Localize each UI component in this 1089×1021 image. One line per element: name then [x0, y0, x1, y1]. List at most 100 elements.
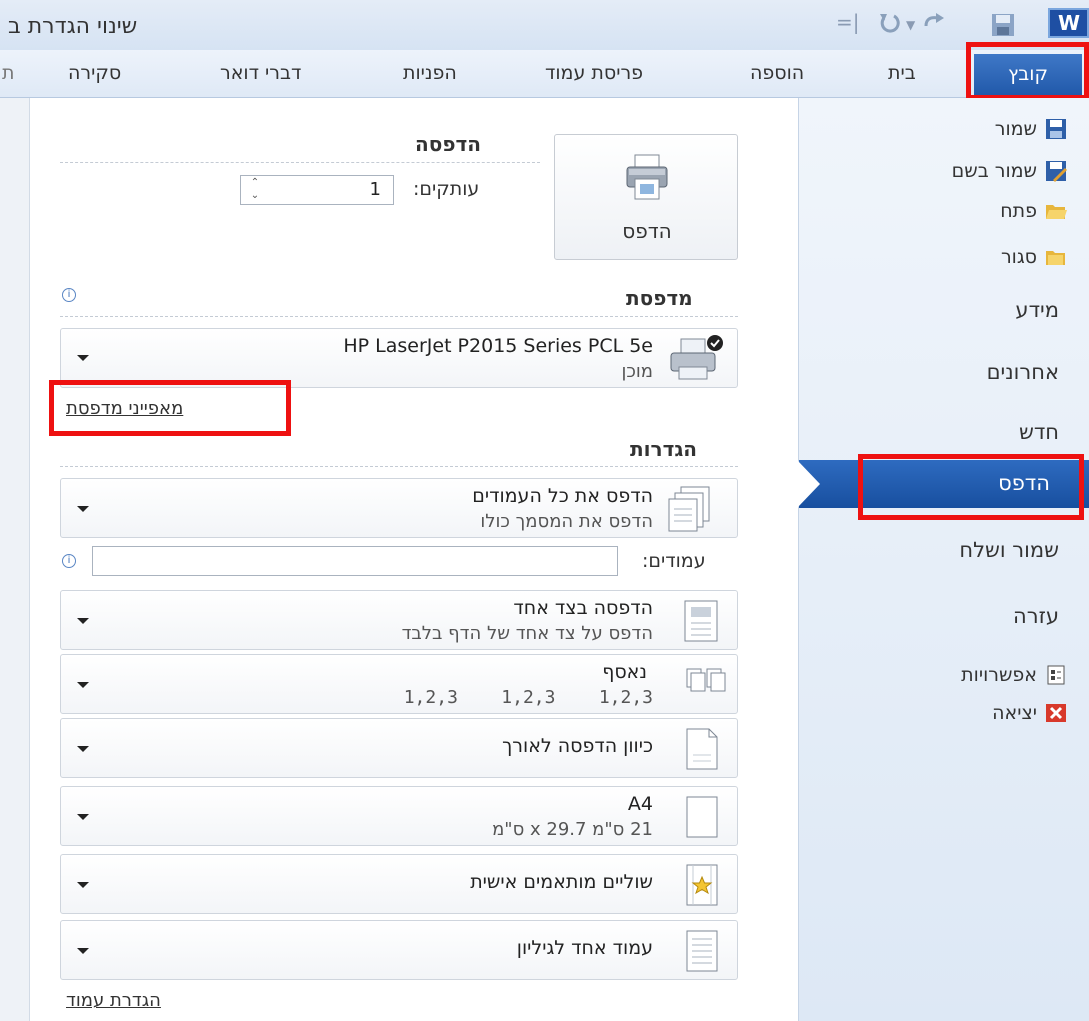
divider [60, 466, 738, 467]
printer-dropdown[interactable]: HP LaserJet P2015 Series PCL 5e מוכן [60, 328, 738, 388]
chevron-down-icon [77, 355, 89, 361]
pages-label: עמודים: [642, 550, 706, 572]
undo-dropdown-icon[interactable]: ▼ [906, 18, 915, 44]
nav-item-close[interactable]: סגור [1001, 242, 1067, 272]
nav-item-label: יציאה [992, 702, 1037, 724]
chevron-down-icon [77, 682, 89, 688]
nav-item-help[interactable]: עזרה [1013, 604, 1059, 628]
one-sided-icon [681, 599, 721, 647]
nav-item-save-and-send[interactable]: שמור ושלח [959, 538, 1059, 562]
chevron-down-icon [77, 746, 89, 752]
exit-icon [1045, 702, 1067, 724]
nav-item-open[interactable]: פתח [1000, 196, 1067, 226]
nav-item-label: אפשרויות [961, 664, 1037, 686]
print-button-label: הדפס [622, 219, 672, 243]
word-logo-icon: W [1048, 8, 1089, 38]
copies-stepper[interactable]: 1 ⌃ ⌄ [240, 175, 394, 205]
orientation-main: כיוון הדפסה לאורך [502, 735, 653, 757]
backstage-nav: שמור שמור בשם פתח סגור מידע אחרונים חדש … [798, 98, 1089, 1021]
paper-size-main: A4 [627, 793, 653, 815]
pages-input[interactable] [92, 546, 618, 576]
chevron-down-icon [77, 814, 89, 820]
print-range-dropdown[interactable]: הדפס את כל העמודים הדפס את המסמך כולו [60, 478, 738, 538]
all-pages-icon [665, 485, 721, 537]
chevron-down-icon [77, 618, 89, 624]
ribbon-tab-bar: קובץ בית הוספה פריסת עמוד הפניות דברי דו… [0, 50, 1089, 98]
nav-item-recent[interactable]: אחרונים [987, 360, 1059, 384]
chevron-down-icon [77, 506, 89, 512]
printer-status: מוכן [621, 361, 653, 382]
sides-dropdown[interactable]: הדפסה בצד אחד הדפס על צד אחד של הדף בלבד [60, 590, 738, 650]
paper-size-dropdown[interactable]: A4 21 ס"מ x 29.7 ס"מ [60, 786, 738, 846]
margins-main: שוליים מותאמים אישית [470, 871, 653, 893]
nav-item-info[interactable]: מידע [1015, 298, 1059, 322]
tab-references[interactable]: הפניות [403, 62, 457, 84]
tab-review[interactable]: סקירה [68, 62, 121, 84]
collate-dropdown[interactable]: נאסף 1,2,3 1,2,3 1,2,3 [60, 654, 738, 714]
divider [60, 316, 738, 317]
highlight-file-tab [966, 42, 1089, 100]
tab-home[interactable]: בית [888, 62, 916, 84]
printer-ready-icon [667, 333, 727, 389]
pages-info-icon[interactable]: i [62, 554, 76, 568]
print-button[interactable]: הדפס [554, 134, 738, 260]
window-title: שינוי הגדרת ב [8, 14, 138, 39]
orientation-dropdown[interactable]: כיוון הדפסה לאורך [60, 718, 738, 778]
preview-pane-edge [0, 98, 30, 1021]
page-setup-link[interactable]: הגדרת עמוד [66, 990, 161, 1011]
tab-view-partial[interactable]: ת [2, 62, 15, 84]
paper-size-icon [681, 795, 721, 843]
highlight-print-nav [858, 454, 1084, 520]
sides-sub: הדפס על צד אחד של הדף בלבד [401, 623, 653, 644]
printer-info-icon[interactable]: i [62, 288, 76, 302]
chevron-down-icon [77, 948, 89, 954]
sides-main: הדפסה בצד אחד [513, 597, 653, 619]
spin-arrows-icon[interactable]: ⌃ ⌄ [247, 176, 263, 204]
nav-item-save[interactable]: שמור [995, 114, 1067, 144]
print-heading: הדפסה [415, 132, 481, 156]
chevron-down-icon [77, 882, 89, 888]
title-bar: שינוי הגדרת ב =| ▼ W [0, 0, 1089, 50]
copies-value: 1 [369, 179, 381, 200]
nav-item-save-as[interactable]: שמור בשם [952, 156, 1067, 186]
close-folder-icon [1045, 246, 1067, 268]
open-folder-icon [1045, 200, 1067, 222]
nav-item-label: שמור בשם [951, 160, 1037, 182]
qat-customize[interactable]: =| [836, 10, 860, 36]
copies-label: עותקים: [413, 178, 480, 200]
tab-insert[interactable]: הוספה [750, 62, 804, 84]
save-icon [1045, 118, 1067, 140]
one-page-per-sheet-icon [681, 929, 721, 977]
tab-mailings[interactable]: דברי דואר [220, 62, 301, 84]
undo-icon[interactable] [878, 12, 902, 38]
collate-sub: 1,2,3 1,2,3 1,2,3 [403, 687, 653, 708]
portrait-page-icon [681, 727, 721, 775]
print-range-main: הדפס את כל העמודים [472, 485, 653, 507]
divider [60, 162, 540, 163]
nav-item-options[interactable]: אפשרויות [961, 660, 1067, 690]
highlight-printer-properties [49, 380, 291, 436]
printer-heading: מדפסת [626, 286, 693, 310]
nav-item-label: שמור [994, 118, 1037, 140]
paper-size-sub: 21 ס"מ x 29.7 ס"מ [492, 819, 653, 840]
print-range-sub: הדפס את המסמך כולו [480, 511, 653, 532]
nav-item-new[interactable]: חדש [1019, 420, 1059, 444]
save-as-icon [1045, 160, 1067, 182]
printer-name: HP LaserJet P2015 Series PCL 5e [343, 335, 653, 357]
pages-per-sheet-dropdown[interactable]: עמוד אחד לגיליון [60, 920, 738, 980]
collated-icon [683, 665, 727, 703]
custom-margins-star-icon [681, 863, 721, 911]
collate-main: נאסף [602, 661, 647, 683]
printer-icon [625, 153, 669, 205]
options-icon [1045, 664, 1067, 686]
nav-item-exit[interactable]: יציאה [992, 698, 1067, 728]
pages-per-sheet-main: עמוד אחד לגיליון [516, 937, 653, 959]
settings-heading: הגדרות [630, 437, 698, 461]
nav-item-label: סגור [1000, 246, 1037, 268]
margins-dropdown[interactable]: שוליים מותאמים אישית [60, 854, 738, 914]
redo-icon[interactable] [922, 12, 946, 38]
selected-pointer [798, 461, 820, 507]
tab-page-layout[interactable]: פריסת עמוד [545, 62, 643, 84]
qat-save-icon[interactable] [990, 12, 1018, 38]
nav-item-label: פתח [1000, 200, 1037, 222]
